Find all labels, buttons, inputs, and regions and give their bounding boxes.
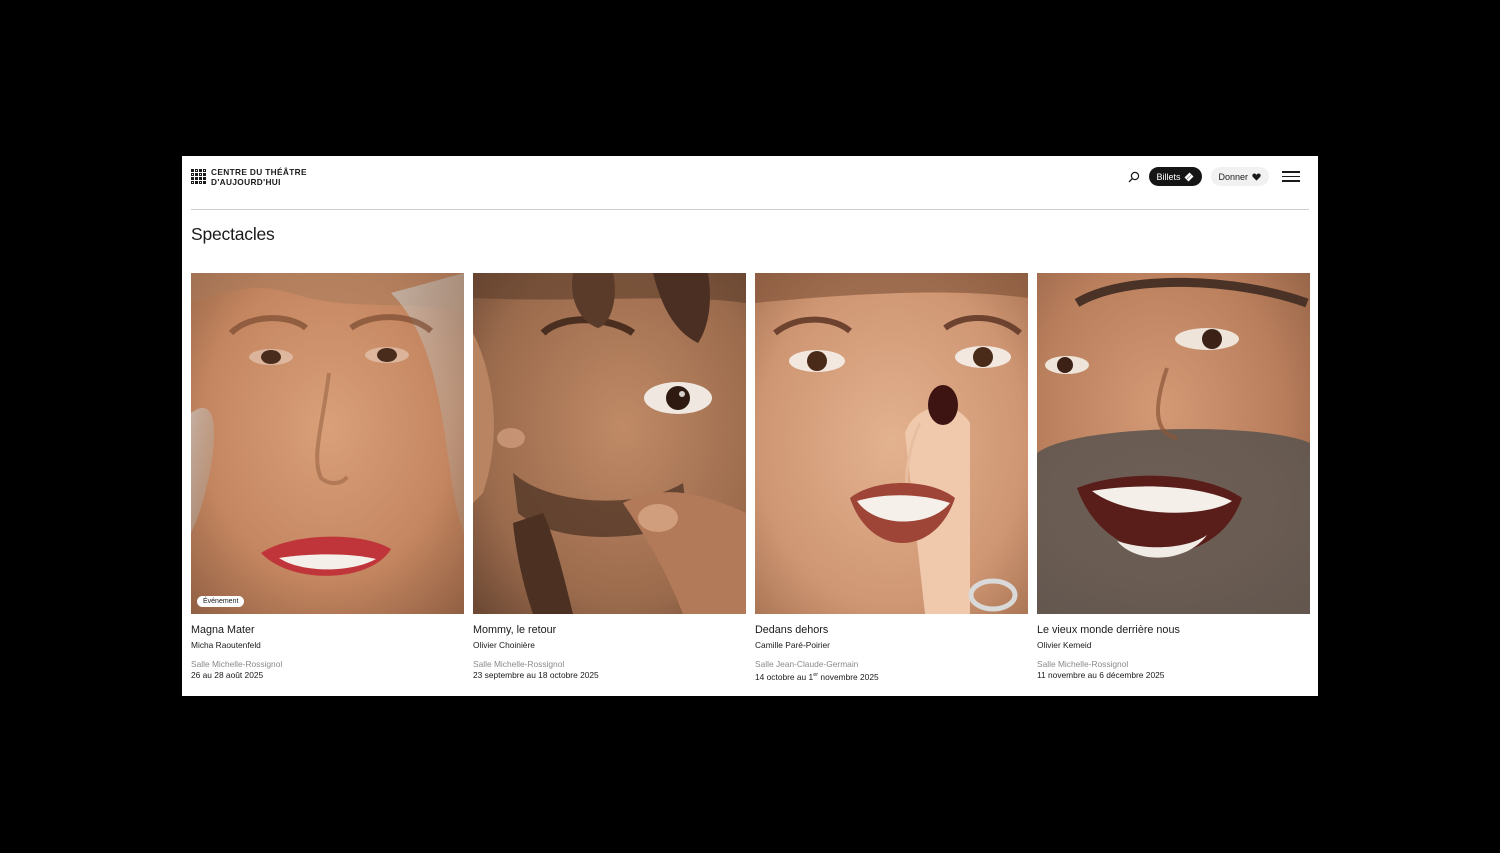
face-photo-finger-nose (755, 273, 1028, 614)
hamburger-icon-line (1282, 175, 1300, 178)
show-venue: Salle Michelle-Rossignol (191, 659, 283, 669)
tickets-label: Billets (1156, 171, 1181, 182)
show-dates-start: 14 octobre au 1 (755, 671, 814, 682)
show-venue: Salle Michelle-Rossignol (1037, 659, 1129, 669)
shows-grid: Événement Magna Mater Micha Raoutenfeld … (191, 273, 1310, 683)
show-card-dedans-dehors[interactable]: Dedans dehors Camille Paré-Poirier Salle… (755, 273, 1028, 683)
show-dates: 11 novembre au 6 décembre 2025 (1037, 670, 1165, 680)
page-title: Spectacles (191, 224, 275, 244)
show-photo[interactable] (473, 273, 746, 614)
browser-page: CENTRE DU THÉÂTRE D'AUJOURD'HUI Billets … (182, 156, 1318, 696)
event-badge: Événement (197, 596, 245, 607)
header-nav: Billets Donner (1125, 167, 1302, 186)
show-dates: 14 octobre au 1er novembre 2025 (755, 670, 1028, 683)
show-dates-end: novembre 2025 (818, 671, 879, 682)
show-photo[interactable]: Événement (191, 273, 464, 614)
show-title[interactable]: Le vieux monde derrière nous (1037, 624, 1310, 637)
show-venue: Salle Jean-Claude-Germain (755, 659, 859, 669)
show-photo[interactable] (755, 273, 1028, 614)
face-photo-bearded-man (1037, 273, 1310, 614)
logo-line-2: D'AUJOURD'HUI (211, 176, 281, 187)
logo-wordmark: CENTRE DU THÉÂTRE D'AUJOURD'HUI (211, 167, 307, 187)
show-dates: 23 septembre au 18 octobre 2025 (473, 670, 599, 680)
logo-mark-icon (191, 168, 206, 185)
show-photo[interactable] (1037, 273, 1310, 614)
search-icon (1128, 171, 1140, 182)
hamburger-icon (1282, 171, 1300, 173)
site-logo[interactable]: CENTRE DU THÉÂTRE D'AUJOURD'HUI (191, 167, 307, 187)
show-venue: Salle Michelle-Rossignol (473, 659, 565, 669)
show-title[interactable]: Magna Mater (191, 624, 464, 637)
menu-button[interactable] (1282, 168, 1302, 186)
hamburger-icon-line (1282, 180, 1300, 182)
show-card-le-vieux-monde[interactable]: Le vieux monde derrière nous Olivier Kem… (1037, 273, 1310, 683)
show-artist: Micha Raoutenfeld (191, 640, 261, 650)
ticket-icon (1184, 172, 1194, 181)
donate-label: Donner (1218, 171, 1248, 182)
show-card-mommy-le-retour[interactable]: Mommy, le retour Olivier Choinière Salle… (473, 273, 746, 683)
site-header: CENTRE DU THÉÂTRE D'AUJOURD'HUI Billets … (191, 156, 1309, 210)
show-artist: Olivier Kemeid (1037, 640, 1092, 650)
donate-button[interactable]: Donner (1211, 167, 1269, 186)
show-artist: Camille Paré-Poirier (755, 640, 830, 650)
show-title[interactable]: Mommy, le retour (473, 624, 746, 637)
face-photo-water (191, 273, 464, 614)
face-photo-hands (473, 273, 746, 614)
heart-icon (1252, 173, 1261, 181)
show-title[interactable]: Dedans dehors (755, 624, 1028, 637)
show-dates: 26 au 28 août 2025 (191, 670, 264, 680)
tickets-button[interactable]: Billets (1149, 167, 1203, 186)
show-artist: Olivier Choinière (473, 640, 535, 650)
show-card-magna-mater[interactable]: Événement Magna Mater Micha Raoutenfeld … (191, 273, 464, 683)
search-button[interactable] (1125, 168, 1143, 186)
